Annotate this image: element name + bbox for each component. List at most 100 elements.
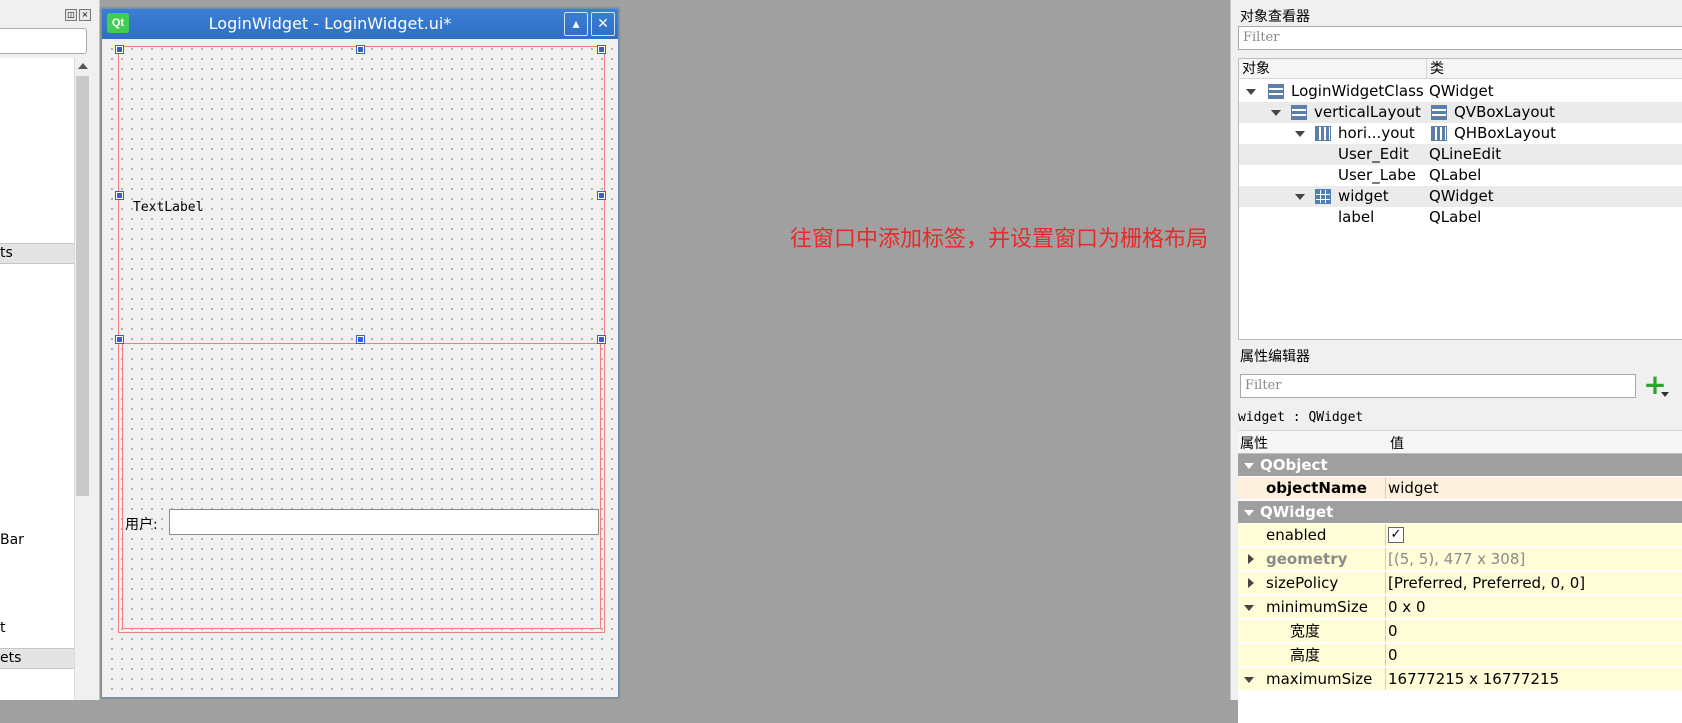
object-class: QWidget (1429, 82, 1494, 100)
text-label[interactable]: TextLabel (133, 200, 203, 215)
tree-row[interactable]: User_Edit QLineEdit (1239, 144, 1682, 165)
widget-list-item[interactable]: t (0, 620, 6, 636)
object-name: User_Labe (1338, 166, 1416, 184)
property-row-minimumsize[interactable]: minimumSize 0 x 0 (1238, 596, 1682, 619)
property-header: 属性 值 (1238, 430, 1682, 454)
widget-box-scrollbar[interactable] (74, 58, 91, 700)
column-header-property[interactable]: 属性 (1240, 433, 1268, 453)
scrollbar-thumb[interactable] (76, 76, 89, 496)
selection-handle[interactable] (597, 45, 606, 54)
selection-handle[interactable] (356, 45, 365, 54)
property-name: maximumSize (1238, 668, 1386, 690)
property-filter-input[interactable]: Filter (1240, 374, 1636, 398)
property-value[interactable]: 0 x 0 (1388, 596, 1426, 618)
vbox-layout-icon (1431, 105, 1447, 120)
property-row-maximumsize[interactable]: maximumSize 16777215 x 16777215 (1238, 668, 1682, 691)
widget-box-panel: ◫ × ts Bar t ets (0, 0, 100, 700)
property-row-height[interactable]: 高度 0 (1238, 644, 1682, 667)
widget-frame[interactable] (122, 343, 601, 629)
property-value[interactable]: [(5, 5), 477 x 308] (1388, 548, 1525, 570)
widget-list-item[interactable]: Bar (0, 532, 24, 548)
user-label[interactable]: 用户: (125, 514, 158, 534)
maximize-icon[interactable]: ▴ (564, 12, 588, 36)
property-name: minimumSize (1238, 596, 1386, 618)
text-label-frame[interactable] (118, 46, 603, 342)
object-name: verticalLayout (1314, 103, 1421, 121)
object-filter-input[interactable]: Filter (1238, 26, 1682, 50)
column-header-class[interactable]: 类 (1427, 59, 1682, 79)
property-context: widget : QWidget (1238, 410, 1364, 425)
object-name: User_Edit (1338, 145, 1409, 163)
enabled-checkbox[interactable]: ✓ (1388, 527, 1404, 543)
tree-row[interactable]: verticalLayout QVBoxLayout (1239, 102, 1682, 123)
form-canvas[interactable]: TextLabel 用户: (103, 40, 617, 696)
column-header-value[interactable]: 值 (1390, 433, 1404, 453)
selection-handle[interactable] (115, 191, 124, 200)
object-name: widget (1338, 187, 1389, 205)
object-class: QLabel (1429, 208, 1482, 226)
scroll-up-icon[interactable] (78, 63, 88, 69)
widget-box-list: ts Bar t ets (0, 58, 75, 700)
selection-handle[interactable] (356, 335, 365, 344)
selection-handle[interactable] (597, 191, 606, 200)
property-group-qobject[interactable]: QObject (1238, 454, 1682, 477)
expand-arrow-icon[interactable] (1271, 110, 1281, 116)
expand-arrow-icon[interactable] (1246, 89, 1256, 95)
object-class: QHBoxLayout (1454, 124, 1556, 142)
property-value[interactable]: 0 (1388, 620, 1398, 642)
expand-arrow-icon[interactable] (1295, 131, 1305, 137)
vbox-layout-icon (1291, 105, 1307, 120)
hbox-layout-icon (1431, 126, 1447, 141)
property-name: sizePolicy (1238, 572, 1386, 594)
property-name: enabled (1238, 524, 1386, 546)
property-grid[interactable]: QObject objectName widget QWidget enable… (1238, 453, 1682, 723)
tree-row[interactable]: hori...yout QHBoxLayout (1239, 123, 1682, 144)
property-value[interactable]: 16777215 x 16777215 (1388, 668, 1559, 690)
form-titlebar[interactable]: Qt LoginWidget - LoginWidget.ui* ▴ ✕ (102, 9, 618, 39)
tree-row[interactable]: User_Labe QLabel (1239, 165, 1682, 186)
property-name: 高度 (1238, 644, 1386, 666)
object-class: QLineEdit (1429, 145, 1502, 163)
property-group-qwidget[interactable]: QWidget (1238, 501, 1682, 524)
user-edit-input[interactable] (169, 509, 599, 535)
property-value[interactable]: 0 (1388, 644, 1398, 666)
object-name: hori...yout (1338, 124, 1415, 142)
property-row-enabled[interactable]: enabled ✓ (1238, 524, 1682, 547)
float-dock-button[interactable]: ◫ (65, 9, 77, 21)
object-name: label (1338, 208, 1375, 226)
right-dock: 对象查看器 Filter 对象 类 LoginWidgetClass QWidg… (1230, 0, 1682, 723)
property-value[interactable]: [Preferred, Preferred, 0, 0] (1388, 572, 1585, 594)
property-name: 宽度 (1238, 620, 1386, 642)
property-row-sizepolicy[interactable]: sizePolicy [Preferred, Preferred, 0, 0] (1238, 572, 1682, 595)
selection-handle[interactable] (115, 335, 124, 344)
object-class: QWidget (1429, 187, 1494, 205)
selection-handle[interactable] (115, 45, 124, 54)
tree-row[interactable]: label QLabel (1239, 207, 1682, 228)
widget-category-header[interactable]: ets (0, 648, 74, 669)
tree-row[interactable]: widget QWidget (1239, 186, 1682, 207)
form-window: Qt LoginWidget - LoginWidget.ui* ▴ ✕ Tex… (101, 8, 619, 698)
object-inspector-title: 对象查看器 (1240, 9, 1310, 25)
column-header-object[interactable]: 对象 (1239, 59, 1427, 79)
expand-arrow-icon[interactable] (1295, 194, 1305, 200)
selection-handle[interactable] (597, 335, 606, 344)
hbox-layout-icon (1315, 126, 1331, 141)
vbox-layout-icon (1268, 84, 1284, 99)
widget-category-header[interactable]: ts (0, 243, 74, 264)
property-row-width[interactable]: 宽度 0 (1238, 620, 1682, 643)
collapse-arrow-icon[interactable] (1244, 510, 1254, 516)
property-row-geometry[interactable]: geometry [(5, 5), 477 x 308] (1238, 548, 1682, 571)
property-editor-title: 属性编辑器 (1240, 349, 1310, 365)
close-dock-button[interactable]: × (79, 9, 91, 21)
object-tree[interactable]: 对象 类 LoginWidgetClass QWidget verticalLa… (1238, 58, 1682, 340)
property-value[interactable]: widget (1388, 477, 1439, 499)
property-row-objectname[interactable]: objectName widget (1238, 477, 1682, 500)
tree-row[interactable]: LoginWidgetClass QWidget (1239, 81, 1682, 102)
form-title: LoginWidget - LoginWidget.ui* (208, 14, 452, 33)
property-name: objectName (1238, 477, 1386, 499)
dropdown-arrow-icon[interactable] (1661, 392, 1669, 397)
widget-box-filter-input[interactable] (0, 28, 87, 54)
close-icon[interactable]: ✕ (591, 12, 615, 36)
object-class: QLabel (1429, 166, 1482, 184)
collapse-arrow-icon[interactable] (1244, 463, 1254, 469)
